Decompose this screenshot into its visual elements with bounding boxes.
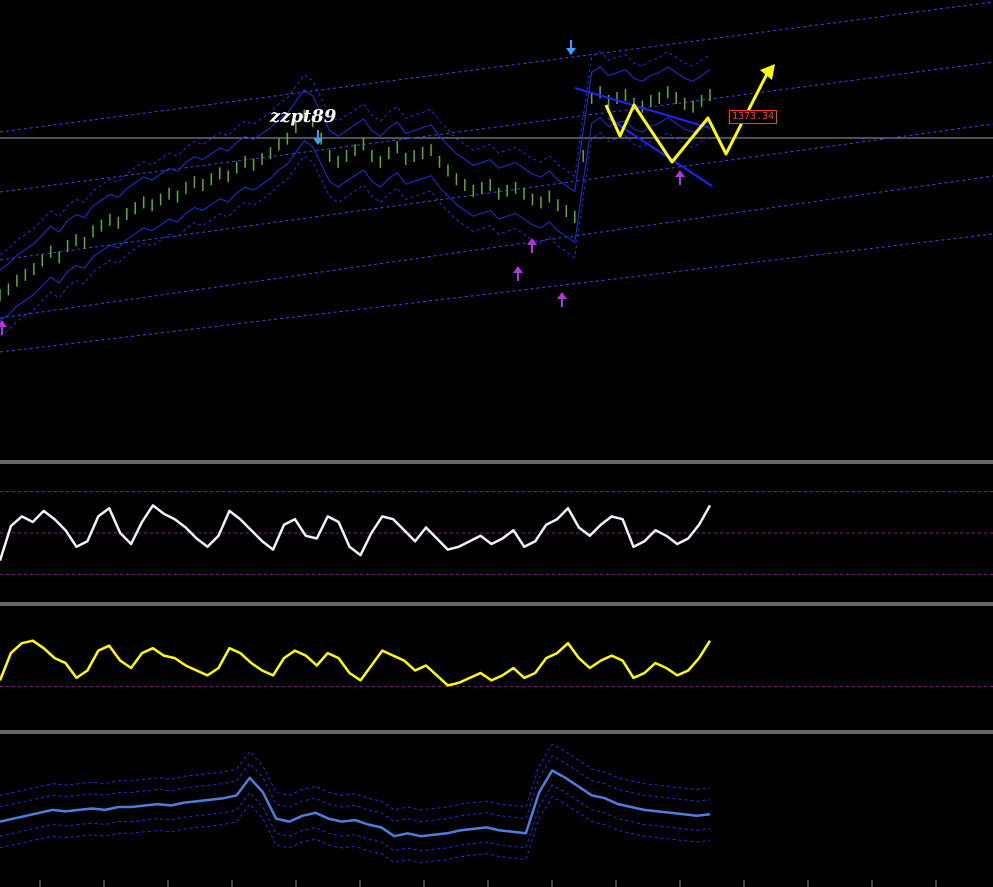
signature-text: zzpt89 (270, 106, 337, 127)
oscillator-band (0, 796, 711, 864)
channel-line (0, 233, 993, 353)
channel-line (0, 175, 993, 319)
oscillator-band (0, 755, 711, 823)
signal-arrow-up-icon (527, 238, 537, 253)
channel-line (0, 123, 993, 261)
oscillator-line-3 (0, 769, 711, 838)
oscillator-line-2 (0, 639, 712, 687)
chart (0, 1, 993, 887)
projection-arrow-icon (760, 64, 775, 80)
price-label: 1373.34 (729, 110, 778, 124)
band-line (0, 132, 711, 337)
signal-arrow-down-icon (566, 40, 576, 55)
oscillator-band (0, 743, 711, 811)
wedge-line (574, 87, 711, 129)
signal-arrow-up-icon (557, 292, 567, 307)
signal-arrow-up-icon (675, 170, 685, 185)
channel-line (0, 61, 993, 193)
signal-arrow-up-icon (0, 320, 7, 335)
channel-line (0, 1, 993, 133)
signal-arrow-up-icon (513, 266, 523, 281)
